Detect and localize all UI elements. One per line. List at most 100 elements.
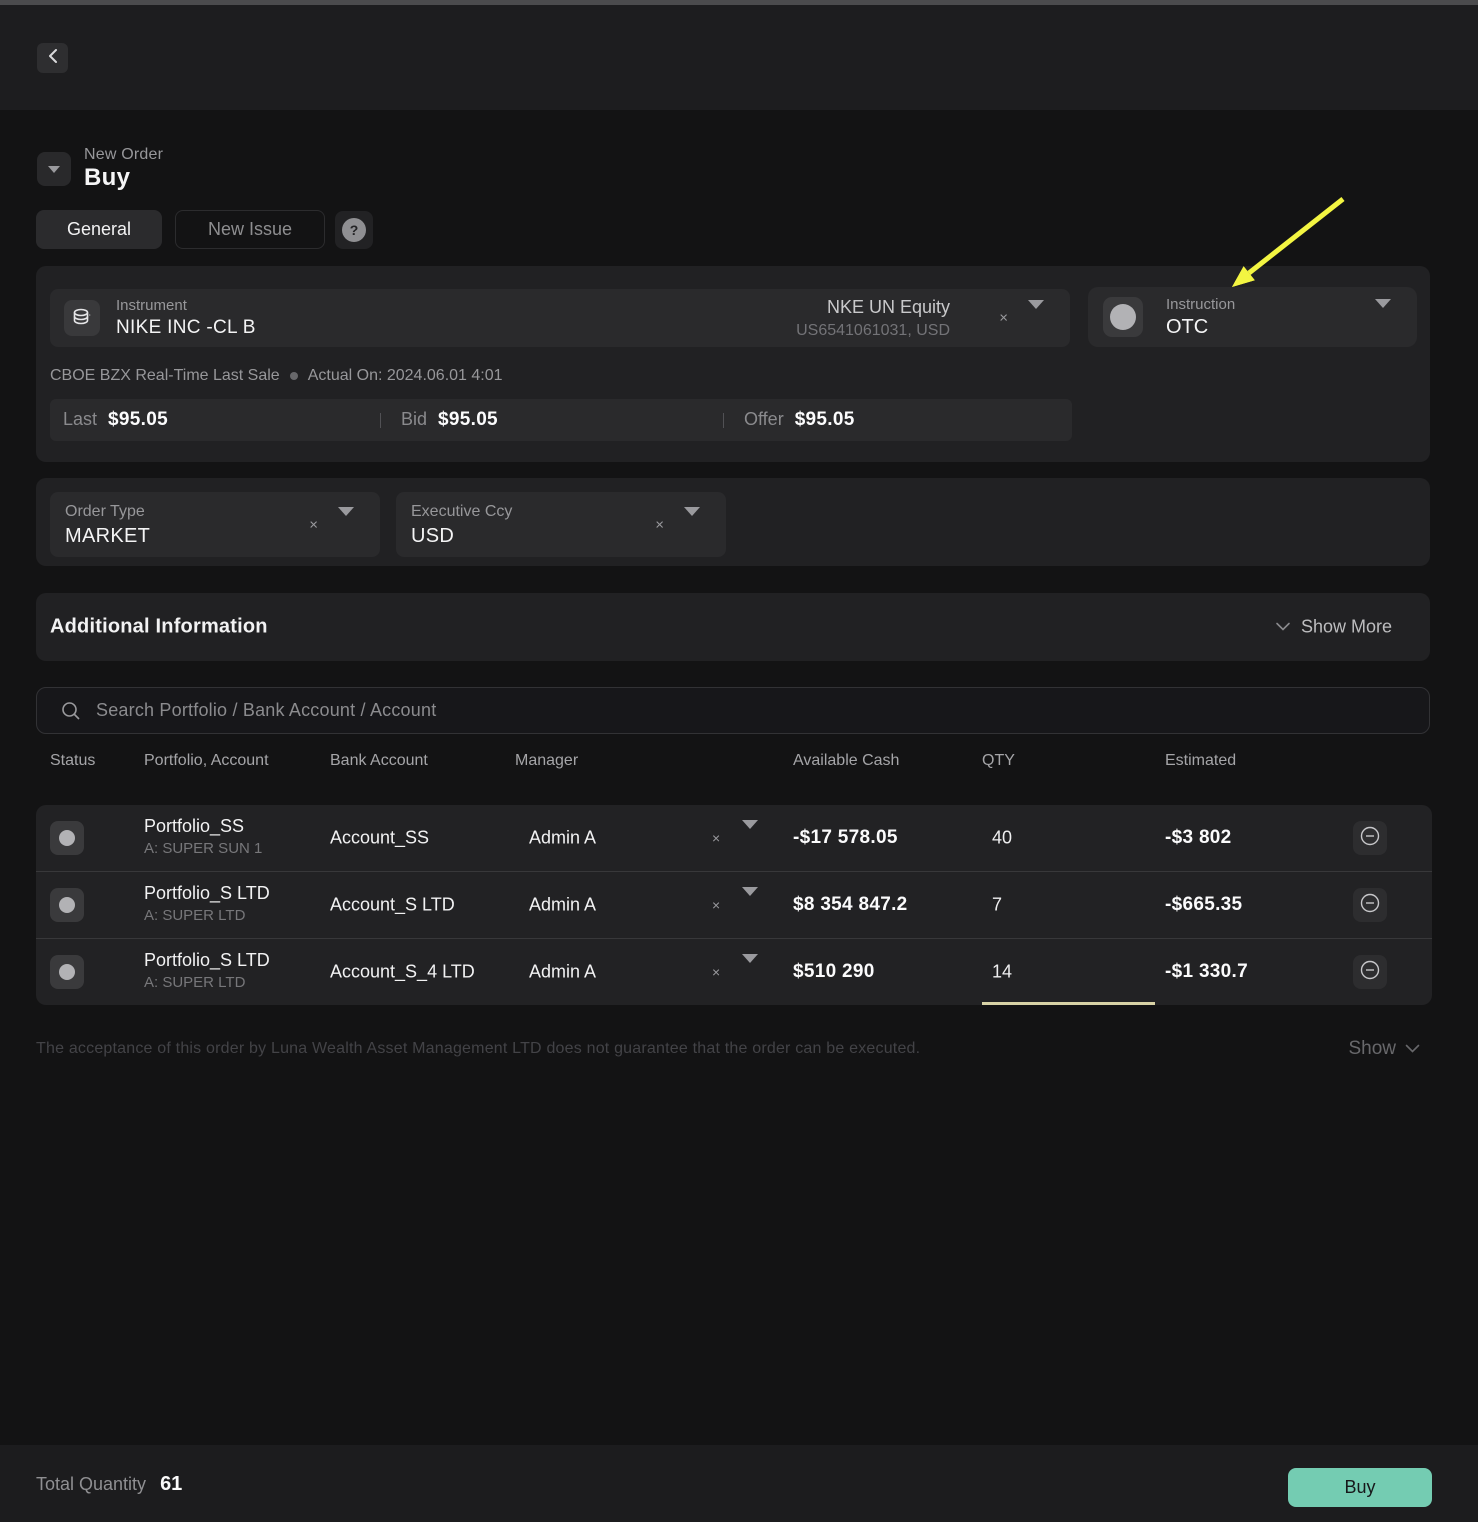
offer-value: $95.05 (795, 409, 855, 431)
clear-manager-icon[interactable]: × (712, 830, 720, 846)
manager-select[interactable]: Admin A (529, 962, 596, 983)
question-mark-icon: ? (342, 218, 366, 242)
chevron-down-icon[interactable] (742, 896, 758, 914)
status-circle-icon (59, 830, 75, 846)
instrument-isin: US6541061031, USD (796, 322, 950, 340)
search-icon (60, 700, 82, 722)
coins-icon (64, 300, 100, 336)
back-button[interactable] (37, 43, 68, 73)
status-toggle[interactable] (50, 955, 84, 989)
chevron-down-icon[interactable] (1375, 308, 1391, 326)
instrument-label: Instrument (116, 297, 187, 314)
market-actual-time: Actual On: 2024.06.01 4:01 (308, 367, 503, 385)
instrument-identifiers: NKE UN Equity US6541061031, USD (796, 297, 950, 340)
market-data-caption: CBOE BZX Real-Time Last Sale Actual On: … (50, 367, 503, 385)
executive-ccy-select[interactable]: Executive Ccy USD × (396, 492, 726, 557)
chevron-down-icon (48, 166, 60, 173)
bank-account-cell: Account_S LTD (330, 895, 455, 916)
bank-account-cell: Account_SS (330, 828, 429, 849)
instruction-select[interactable]: Instruction OTC (1088, 287, 1417, 347)
clear-manager-icon[interactable]: × (712, 964, 720, 980)
available-cash-cell: $510 290 (793, 961, 875, 983)
clear-instrument-icon[interactable]: × (999, 310, 1008, 327)
tab-new-issue[interactable]: New Issue (175, 210, 325, 249)
qty-focus-underline (982, 1002, 1155, 1005)
qty-input[interactable]: 7 (992, 895, 1002, 916)
estimated-cell: -$3 802 (1165, 827, 1232, 849)
order-params-panel: Order Type MARKET × Executive Ccy USD × (36, 478, 1430, 566)
help-button[interactable]: ? (335, 211, 373, 249)
additional-information-panel: Additional Information Show More (36, 593, 1430, 661)
column-available-cash: Available Cash (793, 752, 899, 770)
show-more-toggle[interactable]: Show More (1275, 617, 1392, 638)
bank-account-cell: Account_S_4 LTD (330, 962, 475, 983)
executive-ccy-value: USD (411, 525, 454, 548)
order-side-dropdown-button[interactable] (37, 152, 71, 186)
instruction-value: OTC (1166, 316, 1208, 339)
chevron-down-icon[interactable] (684, 516, 700, 534)
additional-information-title: Additional Information (50, 616, 268, 639)
disclaimer-text: The acceptance of this order by Luna Wea… (36, 1040, 920, 1058)
last-value: $95.05 (108, 409, 168, 431)
total-quantity-label: Total Quantity (36, 1474, 146, 1495)
chevron-down-icon (1275, 618, 1291, 636)
chevron-down-icon[interactable] (742, 829, 758, 847)
column-bank-account: Bank Account (330, 752, 428, 770)
separator-dot-icon (290, 372, 298, 380)
executive-ccy-label: Executive Ccy (411, 503, 512, 521)
remove-row-button[interactable] (1353, 821, 1387, 855)
column-estimated: Estimated (1165, 752, 1236, 770)
remove-row-button[interactable] (1353, 955, 1387, 989)
order-type-select[interactable]: Order Type MARKET × (50, 492, 380, 557)
instrument-field[interactable]: Instrument NIKE INC -CL B NKE UN Equity … (50, 289, 1070, 347)
column-manager: Manager (515, 752, 578, 770)
qty-input[interactable]: 14 (992, 962, 1012, 983)
chevron-down-icon[interactable] (742, 963, 758, 981)
manager-select[interactable]: Admin A (529, 828, 596, 849)
bid-quote: Bid $95.05 (381, 409, 723, 431)
instruction-label: Instruction (1166, 296, 1235, 313)
market-source: CBOE BZX Real-Time Last Sale (50, 367, 280, 385)
status-circle-icon (59, 897, 75, 913)
available-cash-cell: -$17 578.05 (793, 827, 898, 849)
last-label: Last (63, 409, 97, 430)
instruction-avatar-icon (1103, 297, 1143, 337)
show-details-toggle[interactable]: Show (1348, 1038, 1420, 1060)
header-band (0, 5, 1478, 110)
order-type-value: MARKET (65, 525, 150, 548)
bid-label: Bid (401, 409, 427, 430)
estimated-cell: -$1 330.7 (1165, 961, 1248, 983)
back-chevron-icon (47, 49, 59, 68)
clear-order-type-icon[interactable]: × (309, 516, 318, 533)
minus-circle-icon (1359, 825, 1381, 852)
footer-bar: Total Quantity 61 Buy (0, 1445, 1478, 1522)
minus-circle-icon (1359, 959, 1381, 986)
chevron-down-icon[interactable] (338, 516, 354, 534)
total-quantity-value: 61 (160, 1473, 182, 1496)
search-input[interactable]: Search Portfolio / Bank Account / Accoun… (36, 687, 1430, 734)
tab-general[interactable]: General (36, 210, 162, 249)
allocation-table-header: Status Portfolio, Account Bank Account M… (0, 752, 1478, 776)
qty-input[interactable]: 40 (992, 828, 1012, 849)
clear-ccy-icon[interactable]: × (655, 516, 664, 533)
buy-button[interactable]: Buy (1288, 1468, 1432, 1507)
last-quote: Last $95.05 (50, 409, 380, 431)
search-placeholder: Search Portfolio / Bank Account / Accoun… (96, 700, 436, 721)
clear-manager-icon[interactable]: × (712, 897, 720, 913)
table-row: Portfolio_SS A: SUPER SUN 1 Account_SS A… (36, 805, 1432, 871)
chevron-down-icon[interactable] (1028, 309, 1044, 327)
status-circle-icon (59, 964, 75, 980)
manager-select[interactable]: Admin A (529, 895, 596, 916)
status-toggle[interactable] (50, 888, 84, 922)
instrument-panel: Instrument NIKE INC -CL B NKE UN Equity … (36, 266, 1430, 462)
instrument-ticker: NKE UN Equity (796, 297, 950, 318)
show-label: Show (1348, 1038, 1396, 1060)
chevron-down-icon (1405, 1040, 1420, 1058)
available-cash-cell: $8 354 847.2 (793, 894, 908, 916)
remove-row-button[interactable] (1353, 888, 1387, 922)
status-toggle[interactable] (50, 821, 84, 855)
order-entry-screen: New Order Buy General New Issue ? Instru… (0, 0, 1478, 1522)
instrument-value: NIKE INC -CL B (116, 317, 256, 339)
portfolio-account-sub: A: SUPER LTD (144, 907, 245, 924)
table-row: Portfolio_S LTD A: SUPER LTD Account_S_4… (36, 939, 1432, 1005)
